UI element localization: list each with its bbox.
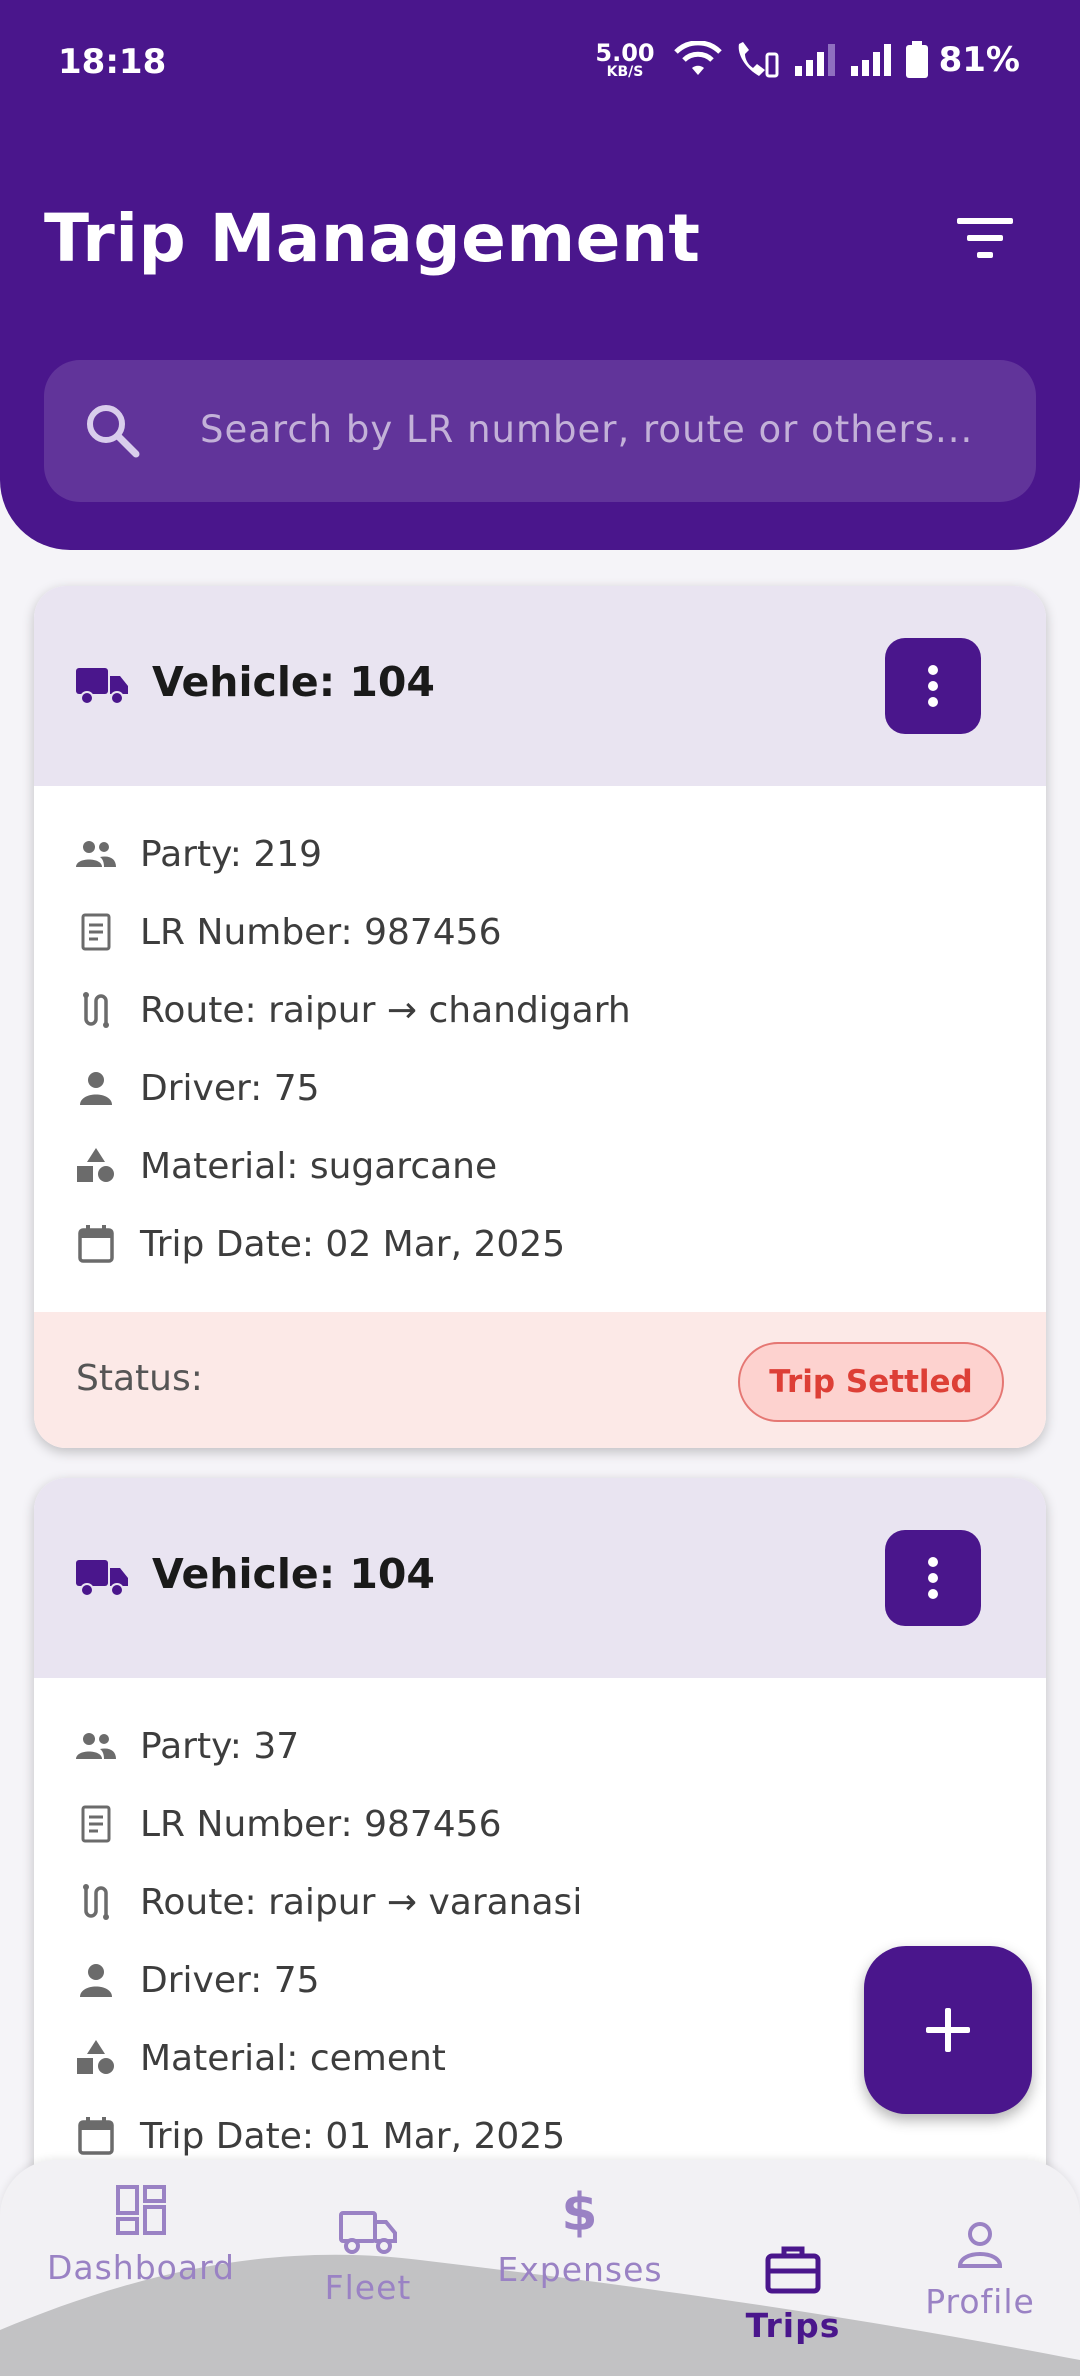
nav-label: Dashboard (46, 2248, 236, 2287)
page-title: Trip Management (44, 200, 701, 277)
search-input[interactable]: Search by LR number, route or others... (44, 360, 1036, 502)
people-icon (76, 834, 116, 874)
route-icon (76, 1882, 116, 1922)
nav-label: Expenses (497, 2250, 663, 2289)
briefcase-icon (765, 2246, 821, 2294)
material-row: Material: sugarcane (76, 1136, 497, 1196)
truck-icon (339, 2211, 397, 2254)
plus-icon (926, 2008, 970, 2052)
status-label: Status: (76, 1358, 203, 1399)
status-icons: 5.00 KB/S 81% (595, 40, 1020, 80)
category-icon (76, 1146, 116, 1186)
party-text: Party: 219 (140, 833, 323, 875)
route-text: Route: raipur → chandigarh (140, 989, 631, 1031)
material-text: Material: sugarcane (140, 1145, 498, 1187)
truck-icon (76, 668, 128, 705)
people-icon (76, 1726, 116, 1766)
filter-button[interactable] (950, 208, 1020, 268)
add-trip-button[interactable] (864, 1946, 1032, 2114)
network-speed-value: 5.00 (595, 39, 655, 67)
trip-date-row: Trip Date: 02 Mar, 2025 (76, 1214, 565, 1274)
trip-date-text: Trip Date: 02 Mar, 2025 (140, 1223, 566, 1265)
driver-row: Driver: 75 (76, 1950, 320, 2010)
trip-card-header: Vehicle: 104 (34, 586, 1046, 786)
trip-card[interactable]: Vehicle: 104 Party: 219 LR Number: 98745… (34, 586, 1046, 1448)
app-header: 18:18 5.00 KB/S 81% Trip Management Sear… (0, 0, 1080, 550)
more-vert-icon (928, 1557, 938, 1599)
status-badge: Trip Settled (738, 1342, 1004, 1422)
status-bar: 18:18 5.00 KB/S 81% (0, 0, 1080, 125)
status-section: Status: Trip Settled (34, 1312, 1046, 1448)
route-icon (76, 990, 116, 1030)
vehicle-title: Vehicle: 104 (152, 1550, 435, 1598)
driver-row: Driver: 75 (76, 1058, 320, 1118)
nav-trips[interactable]: Trips (728, 2244, 858, 2345)
wifi-call-icon (738, 42, 779, 78)
nav-label: Trips (745, 2306, 841, 2345)
search-icon (87, 405, 140, 458)
lr-number-text: LR Number: 987456 (140, 1803, 502, 1845)
driver-text: Driver: 75 (140, 1959, 320, 2001)
nav-dashboard[interactable]: Dashboard (46, 2184, 236, 2287)
route-text: Route: raipur → varanasi (140, 1881, 583, 1923)
nav-expenses[interactable]: $ Expenses (490, 2184, 670, 2289)
person-icon (76, 1068, 116, 1108)
more-vert-icon (928, 665, 938, 707)
truck-icon (76, 1560, 128, 1597)
calendar-icon (76, 1224, 116, 1264)
more-options-button[interactable] (885, 1530, 981, 1626)
nav-profile[interactable]: Profile (910, 2220, 1050, 2321)
trip-date-text: Trip Date: 01 Mar, 2025 (140, 2115, 566, 2157)
network-speed: 5.00 KB/S (595, 41, 654, 79)
trip-card-header: Vehicle: 104 (34, 1478, 1046, 1678)
battery-icon (905, 41, 928, 78)
lr-number-text: LR Number: 987456 (140, 911, 502, 953)
svg-text:$: $ (562, 2184, 598, 2238)
driver-text: Driver: 75 (140, 1067, 320, 1109)
route-row: Route: raipur → varanasi (76, 1872, 582, 1932)
dollar-icon: $ (562, 2184, 598, 2238)
person-icon (76, 1960, 116, 2000)
lr-number-row: LR Number: 987456 (76, 902, 502, 962)
party-text: Party: 37 (140, 1725, 300, 1767)
material-text: Material: cement (140, 2037, 446, 2079)
status-time: 18:18 (58, 42, 167, 82)
bottom-navigation: Dashboard Fleet $ Expenses Trips Profile (0, 2160, 1080, 2376)
party-row: Party: 37 (76, 1716, 299, 1776)
person-icon (957, 2222, 1003, 2268)
trip-date-row: Trip Date: 01 Mar, 2025 (76, 2106, 565, 2166)
lr-number-row: LR Number: 987456 (76, 1794, 502, 1854)
dashboard-icon (116, 2185, 166, 2235)
search-placeholder: Search by LR number, route or others... (200, 408, 974, 451)
category-icon (76, 2038, 116, 2078)
receipt-icon (76, 912, 116, 952)
route-row: Route: raipur → chandigarh (76, 980, 631, 1040)
nav-fleet[interactable]: Fleet (298, 2208, 438, 2307)
battery-percent: 81% (938, 40, 1020, 80)
party-row: Party: 219 (76, 824, 322, 884)
filter-icon (957, 218, 1013, 258)
wifi-icon (673, 41, 722, 75)
receipt-icon (76, 1804, 116, 1844)
network-speed-unit: KB/S (606, 64, 644, 80)
signal-strength-icon (794, 44, 835, 76)
nav-label: Profile (925, 2282, 1035, 2321)
nav-label: Fleet (324, 2268, 412, 2307)
calendar-icon (76, 2116, 116, 2156)
material-row: Material: cement (76, 2028, 446, 2088)
vehicle-title: Vehicle: 104 (152, 658, 435, 706)
more-options-button[interactable] (885, 638, 981, 734)
signal-strength-icon (850, 44, 891, 76)
